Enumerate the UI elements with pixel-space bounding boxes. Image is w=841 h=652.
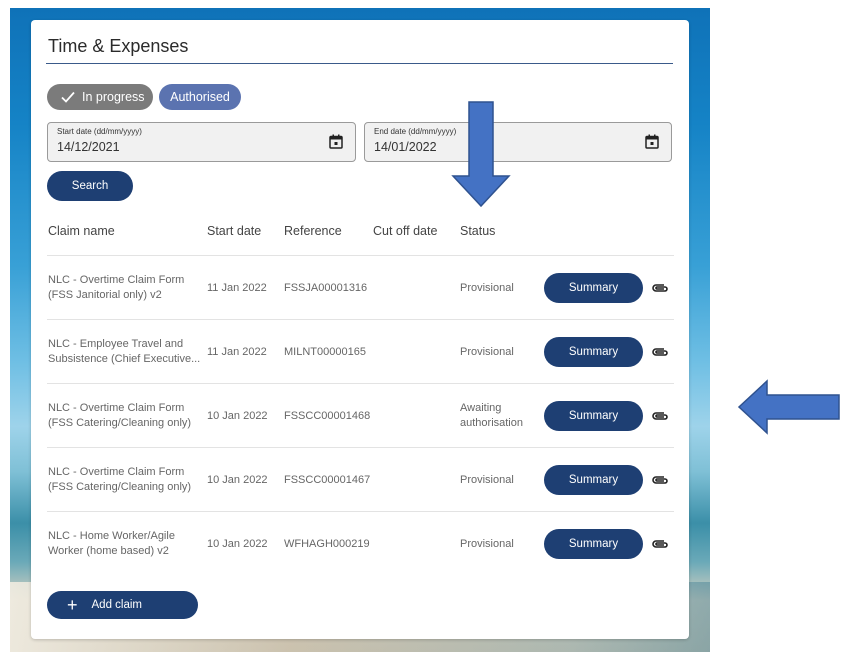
add-claim-label: Add claim (91, 599, 143, 611)
paperclip-icon[interactable] (651, 410, 669, 422)
row-divider (47, 383, 674, 384)
status-cell: Provisional (460, 282, 514, 294)
start-date-cell: 10 Jan 2022 (207, 474, 268, 486)
claim-name[interactable]: NLC - Employee Travel and Subsistence (Ch… (48, 337, 200, 367)
start-date-cell: 10 Jan 2022 (207, 538, 268, 550)
chip-label: Authorised (170, 90, 230, 104)
column-header-reference[interactable]: Reference (284, 224, 342, 238)
add-claim-button[interactable]: + Add claim (47, 591, 198, 619)
status-cell: Provisional (460, 474, 514, 486)
paperclip-icon[interactable] (651, 538, 669, 550)
paperclip-icon[interactable] (651, 282, 669, 294)
search-button[interactable]: Search (47, 171, 133, 201)
page-title: Time & Expenses (48, 36, 189, 56)
reference-cell: FSSJA00001316 (284, 282, 368, 294)
reference-cell: MILNT00000165 (284, 346, 366, 358)
reference-cell: WFHAGH000219 (284, 538, 370, 550)
status-cell: Provisional (460, 346, 514, 358)
filter-chip-authorised[interactable]: Authorised (159, 84, 241, 110)
paperclip-icon[interactable] (651, 474, 669, 486)
summary-button[interactable]: Summary (544, 273, 643, 303)
row-divider (47, 319, 674, 320)
time-expenses-panel: Time & Expenses In progress Authorised S… (31, 20, 689, 639)
summary-button[interactable]: Summary (544, 401, 643, 431)
title-divider (46, 63, 673, 64)
calendar-icon[interactable] (645, 134, 659, 149)
reference-cell: FSSCC00001468 (284, 410, 371, 422)
claim-name[interactable]: NLC - Home Worker/Agile Worker (home base… (48, 529, 175, 559)
summary-button[interactable]: Summary (544, 465, 643, 495)
check-icon (61, 91, 75, 103)
filter-chip-in-progress[interactable]: In progress (47, 84, 153, 110)
chip-label: In progress (82, 90, 145, 104)
summary-button[interactable]: Summary (544, 337, 643, 367)
plus-icon: + (67, 595, 78, 615)
calendar-icon[interactable] (329, 134, 343, 149)
row-divider (47, 255, 674, 256)
start-date-value[interactable]: 14/12/2021 (57, 140, 120, 154)
status-cell: Awaiting authorisation (460, 402, 523, 429)
reference-cell: FSSCC00001467 (284, 474, 371, 486)
end-date-field[interactable]: End date (dd/mm/yyyy) 14/01/2022 (364, 122, 672, 162)
summary-button[interactable]: Summary (544, 529, 643, 559)
end-date-value[interactable]: 14/01/2022 (374, 140, 437, 154)
down-arrow-annotation (451, 101, 511, 208)
claim-name[interactable]: NLC - Overtime Claim Form (FSS Catering/C… (48, 465, 191, 495)
left-arrow-annotation (737, 379, 840, 435)
start-date-cell: 11 Jan 2022 (207, 346, 267, 358)
row-divider (47, 447, 674, 448)
start-date-label: Start date (dd/mm/yyyy) (57, 127, 142, 136)
column-header-status[interactable]: Status (460, 224, 495, 238)
start-date-cell: 11 Jan 2022 (207, 282, 267, 294)
column-header-cut-off-date[interactable]: Cut off date (373, 224, 437, 238)
claim-name[interactable]: NLC - Overtime Claim Form (FSS Catering/C… (48, 401, 191, 431)
claim-name[interactable]: NLC - Overtime Claim Form (FSS Janitorial… (48, 273, 184, 303)
column-header-claim-name[interactable]: Claim name (48, 224, 115, 238)
start-date-cell: 10 Jan 2022 (207, 410, 268, 422)
column-header-start-date[interactable]: Start date (207, 224, 261, 238)
status-cell: Provisional (460, 538, 514, 550)
paperclip-icon[interactable] (651, 346, 669, 358)
end-date-label: End date (dd/mm/yyyy) (374, 127, 457, 136)
row-divider (47, 511, 674, 512)
start-date-field[interactable]: Start date (dd/mm/yyyy) 14/12/2021 (47, 122, 356, 162)
